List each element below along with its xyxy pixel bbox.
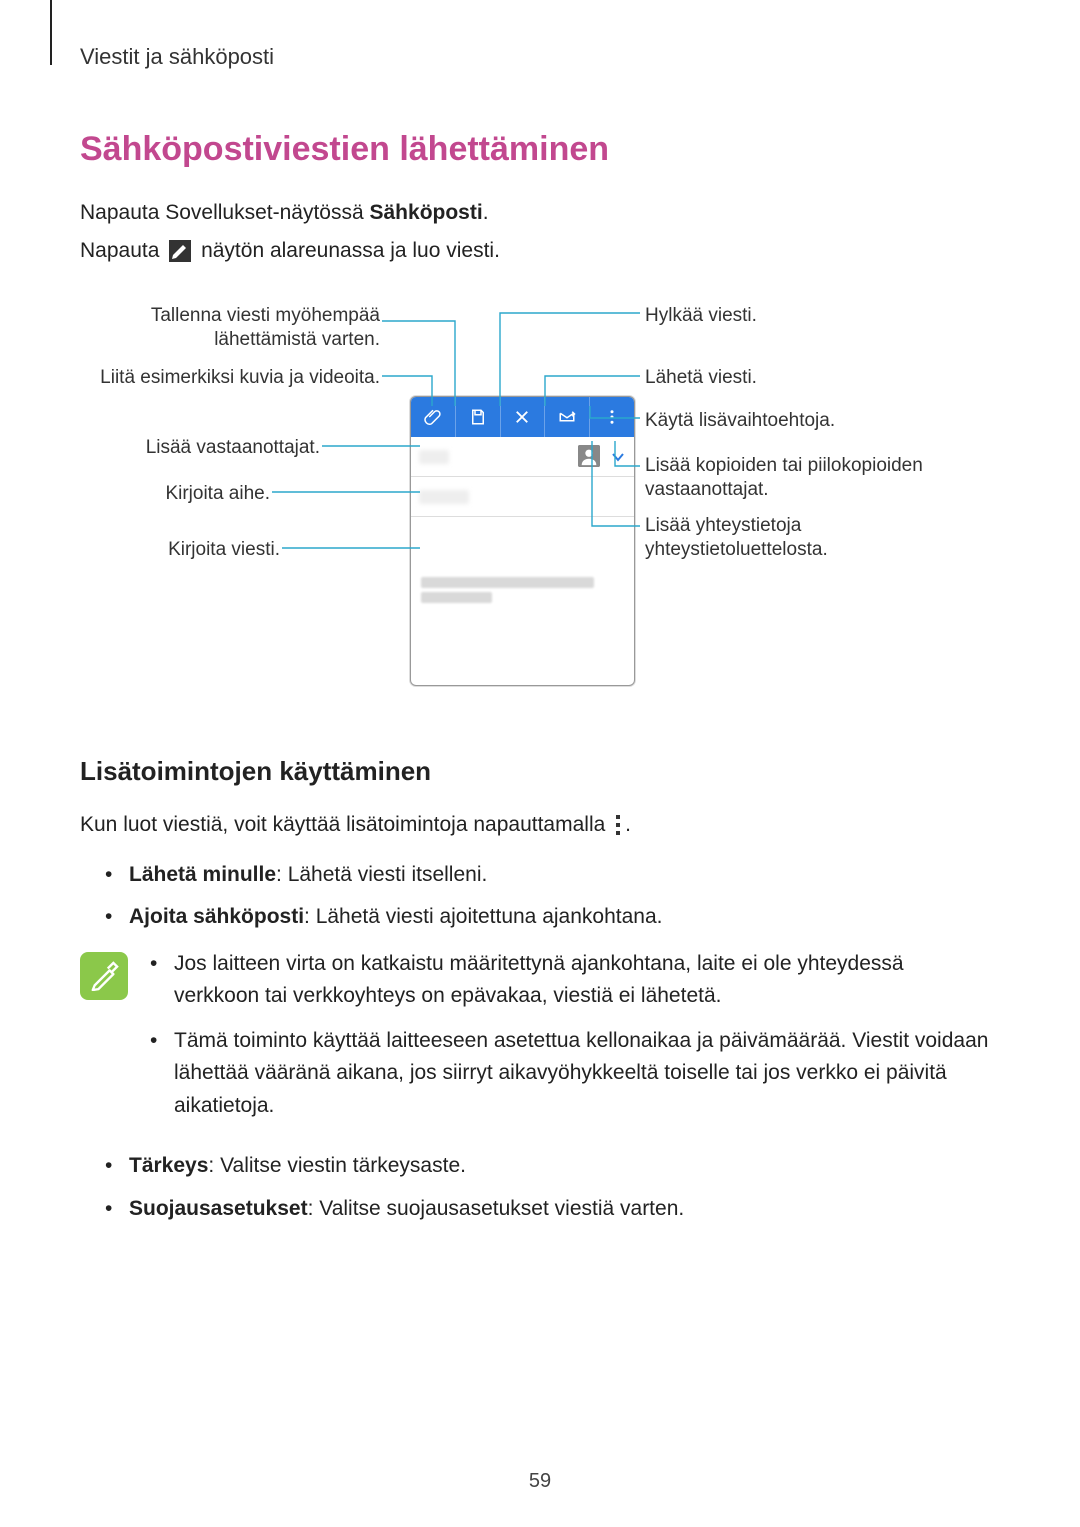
blur-placeholder [419, 450, 449, 464]
send-button[interactable] [545, 397, 590, 437]
more-options-icon [614, 815, 622, 835]
callout-recipients: Lisää vastaanottajat. [120, 436, 320, 460]
compose-diagram: Tallenna viesti myöhempää lähettämistä v… [110, 296, 990, 716]
callout-attach: Liitä esimerkiksi kuvia ja videoita. [80, 366, 380, 390]
bullet-text: : Valitse suojausasetukset viestiä varte… [308, 1197, 685, 1220]
callout-save-draft: Tallenna viesti myöhempää lähettämistä v… [105, 304, 380, 352]
intro-paragraph-1: Napauta Sovellukset-näytössä Sähköposti. [80, 197, 1030, 229]
callout-cc-bcc: Lisää kopioiden tai piilokopioiden vasta… [645, 454, 955, 502]
callout-contacts: Lisää yhteystietoja yhteystietoluettelos… [645, 514, 945, 562]
bullet-bold: Suojausasetukset [129, 1197, 308, 1220]
text: . [625, 813, 631, 836]
intro-paragraph-2: Napauta näytön alareunassa ja luo viesti… [80, 235, 1030, 267]
bullet-list-1: • Lähetä minulle: Lähetä viesti itsellen… [105, 859, 990, 934]
bullet-list-2: • Tärkeys: Valitse viestin tärkeysaste. … [105, 1150, 990, 1225]
section-header: Viestit ja sähköposti [80, 44, 1030, 70]
note-text: Jos laitteen virta on katkaistu määritet… [174, 948, 990, 1013]
text: Kun luot viestiä, voit käyttää lisätoimi… [80, 813, 611, 836]
note-list: • Jos laitteen virta on katkaistu määrit… [150, 948, 990, 1135]
callout-body: Kirjoita viesti. [140, 538, 280, 562]
save-draft-button[interactable] [456, 397, 501, 437]
bullet-dot: • [105, 901, 129, 934]
subsection-intro: Kun luot viestiä, voit käyttää lisätoimi… [80, 809, 1030, 841]
list-item: • Tärkeys: Valitse viestin tärkeysaste. [105, 1150, 990, 1183]
note-box: • Jos laitteen virta on katkaistu määrit… [80, 948, 990, 1135]
callout-discard: Hylkää viesti. [645, 304, 945, 328]
text: näytön alareunassa ja luo viesti. [201, 239, 500, 262]
recipients-field[interactable] [411, 437, 634, 477]
bullet-dot: • [105, 1193, 129, 1226]
blur-placeholder [419, 490, 469, 504]
text: Napauta Sovellukset-näytössä [80, 201, 370, 224]
list-item: • Tämä toiminto käyttää laitteeseen aset… [150, 1025, 990, 1123]
bullet-bold: Lähetä minulle [129, 863, 276, 886]
bullet-dot: • [150, 948, 174, 1013]
discard-button[interactable] [501, 397, 546, 437]
list-item: • Jos laitteen virta on katkaistu määrit… [150, 948, 990, 1013]
callout-send: Lähetä viesti. [645, 366, 945, 390]
expand-cc-icon[interactable] [610, 449, 626, 465]
callout-subject: Kirjoita aihe. [150, 482, 270, 506]
note-text: Tämä toiminto käyttää laitteeseen asetet… [174, 1025, 990, 1123]
attach-button[interactable] [411, 397, 456, 437]
list-item: • Suojausasetukset: Valitse suojausasetu… [105, 1193, 990, 1226]
note-icon [80, 952, 128, 1000]
add-contact-icon[interactable] [578, 445, 600, 467]
bullet-text: : Lähetä viesti ajoitettuna ajankohtana. [304, 905, 662, 928]
bullet-bold: Ajoita sähköposti [129, 905, 304, 928]
compose-icon [169, 240, 191, 262]
subject-field[interactable] [411, 477, 634, 517]
bullet-dot: • [150, 1025, 174, 1123]
page-content: Viestit ja sähköposti Sähköpostiviestien… [50, 0, 1030, 1527]
bullet-bold: Tärkeys [129, 1154, 208, 1177]
app-name-bold: Sähköposti [370, 201, 483, 224]
callout-more: Käytä lisävaihtoehtoja. [645, 409, 945, 433]
blur-line [421, 577, 594, 588]
compose-toolbar [411, 397, 634, 437]
list-item: • Lähetä minulle: Lähetä viesti itsellen… [105, 859, 990, 892]
page-title: Sähköpostiviestien lähettäminen [80, 130, 1030, 169]
list-item: • Ajoita sähköposti: Lähetä viesti ajoit… [105, 901, 990, 934]
text: . [483, 201, 489, 224]
subsection-title: Lisätoimintojen käyttäminen [80, 756, 1030, 787]
text: Napauta [80, 239, 165, 262]
bullet-dot: • [105, 1150, 129, 1183]
more-options-button[interactable] [590, 397, 634, 437]
bullet-text: : Lähetä viesti itselleni. [276, 863, 487, 886]
bullet-dot: • [105, 859, 129, 892]
page-number: 59 [0, 1470, 1080, 1493]
blur-line [421, 592, 492, 603]
bullet-text: : Valitse viestin tärkeysaste. [208, 1154, 466, 1177]
email-body-field[interactable] [411, 517, 634, 617]
phone-screen [410, 396, 635, 686]
